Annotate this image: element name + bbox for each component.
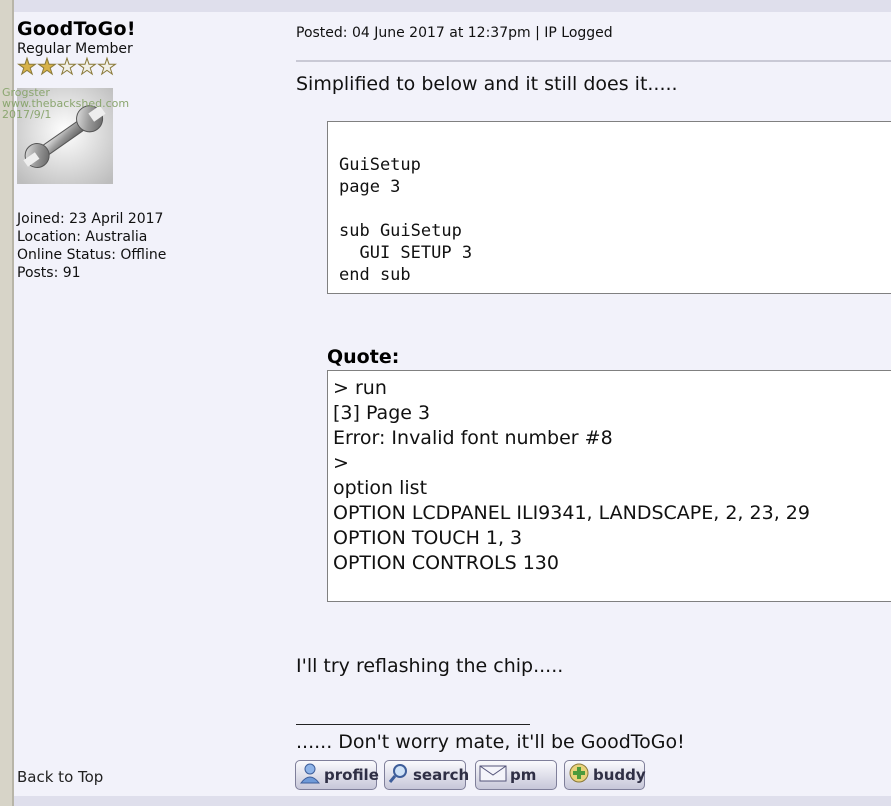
- search-button[interactable]: search: [384, 760, 470, 790]
- avatar: Grogster www.thebackshed.com 2017/9/1: [2, 87, 129, 184]
- post-meta-text: Posted: 04 June 2017 at 12:37pm | IP Log…: [296, 25, 613, 41]
- avatar-watermark-line: 2017/9/1: [2, 108, 52, 121]
- code-block: GuiSetup page 3 sub GuiSetup GUI SETUP 3…: [327, 121, 891, 294]
- quote-line: Error: Invalid font number #8: [333, 427, 613, 449]
- star-empty-icon: ★: [97, 55, 118, 80]
- online-status: Online Status: Offline: [17, 247, 167, 263]
- post-meta: Posted: 04 June 2017 at 12:37pm | IP Log…: [296, 25, 613, 41]
- quote-line: >: [333, 452, 349, 474]
- quote-line: > run: [333, 377, 387, 399]
- back-to-top-link[interactable]: Back to Top: [17, 768, 103, 786]
- user-location: Location: Australia: [17, 229, 148, 245]
- star-icon: ★: [37, 55, 58, 80]
- add-buddy-icon: [568, 762, 590, 788]
- user-panel: GoodToGo! Regular Member ★ ★ ★ ★ ★ Grogs…: [2, 18, 282, 281]
- bottom-bar: [14, 796, 891, 806]
- signature-divider: [296, 724, 530, 725]
- profile-button-label: profile: [324, 766, 379, 784]
- quote-block: > run [3] Page 3 Error: Invalid font num…: [327, 370, 891, 602]
- search-icon: [388, 762, 410, 788]
- code-content: GuiSetup page 3 sub GuiSetup GUI SETUP 3…: [339, 155, 473, 285]
- user-stats: Joined: 23 April 2017 Location: Australi…: [17, 210, 166, 282]
- star-empty-icon: ★: [57, 55, 78, 80]
- post-outro: I'll try reflashing the chip.....: [296, 655, 564, 677]
- quote-line: OPTION TOUCH 1, 3: [333, 527, 523, 549]
- post-intro: Simplified to below and it still does it…: [296, 73, 678, 95]
- pm-button[interactable]: pm: [475, 760, 557, 790]
- buddy-button[interactable]: buddy: [564, 760, 646, 790]
- post-count: Posts: 91: [17, 265, 81, 281]
- username[interactable]: GoodToGo!: [17, 18, 282, 40]
- profile-button[interactable]: profile: [295, 760, 379, 790]
- envelope-icon: [479, 763, 507, 787]
- quote-label: Quote:: [327, 346, 400, 368]
- quote-line: OPTION CONTROLS 130: [333, 552, 559, 574]
- star-icon: ★: [17, 55, 38, 80]
- quote-line: [3] Page 3: [333, 402, 431, 424]
- pm-button-label: pm: [510, 766, 537, 784]
- buddy-button-label: buddy: [593, 766, 646, 784]
- quote-line: option list: [333, 477, 428, 499]
- rating-stars: ★ ★ ★ ★ ★: [17, 55, 282, 80]
- top-bar: [14, 0, 891, 12]
- post-separator: [296, 60, 891, 62]
- signature: ...... Don't worry mate, it'll be GoodTo…: [296, 731, 685, 753]
- joined-date: Joined: 23 April 2017: [17, 211, 164, 227]
- search-button-label: search: [413, 766, 470, 784]
- star-empty-icon: ★: [77, 55, 98, 80]
- user-icon: [299, 762, 321, 788]
- quote-line: OPTION LCDPANEL ILI9341, LANDSCAPE, 2, 2…: [333, 502, 810, 524]
